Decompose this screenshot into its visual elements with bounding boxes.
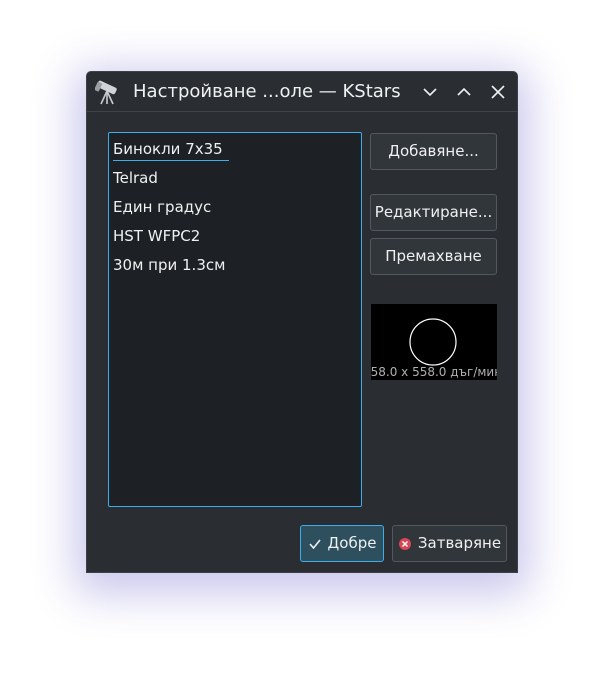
fov-preview: 558.0 x 558.0 дъг/мин <box>371 304 497 380</box>
fov-list[interactable]: Бинокли 7x35 Telrad Един градус HST WFPC… <box>108 132 362 507</box>
minimize-icon[interactable] <box>421 83 439 101</box>
close-icon[interactable] <box>489 83 507 101</box>
ok-button[interactable]: Добре <box>300 525 384 562</box>
list-item[interactable]: Telrad <box>113 169 158 187</box>
remove-button[interactable]: Премахване <box>370 238 497 275</box>
add-button[interactable]: Добавяне... <box>370 133 497 170</box>
fov-size-label: 558.0 x 558.0 дъг/мин <box>371 365 497 379</box>
close-button[interactable]: Затваряне <box>392 525 507 562</box>
checkmark-icon <box>308 537 322 551</box>
close-circle-icon <box>398 537 412 551</box>
title-bar[interactable]: Настройване ...оле — KStars <box>87 72 517 112</box>
ok-label: Добре <box>327 534 377 552</box>
close-label: Затваряне <box>417 534 502 552</box>
telescope-icon <box>94 78 121 106</box>
window-title: Настройване ...оле — KStars <box>133 81 401 102</box>
list-item[interactable]: Бинокли 7x35 <box>113 140 229 161</box>
edit-button[interactable]: Редактиране... <box>370 194 497 231</box>
maximize-icon[interactable] <box>455 83 473 101</box>
list-item[interactable]: Един градус <box>113 198 211 216</box>
list-item[interactable]: 30м при 1.3см <box>113 256 225 274</box>
list-item[interactable]: HST WFPC2 <box>113 227 200 245</box>
fov-settings-dialog: Настройване ...оле — KStars Бинокли 7x35… <box>86 71 518 573</box>
